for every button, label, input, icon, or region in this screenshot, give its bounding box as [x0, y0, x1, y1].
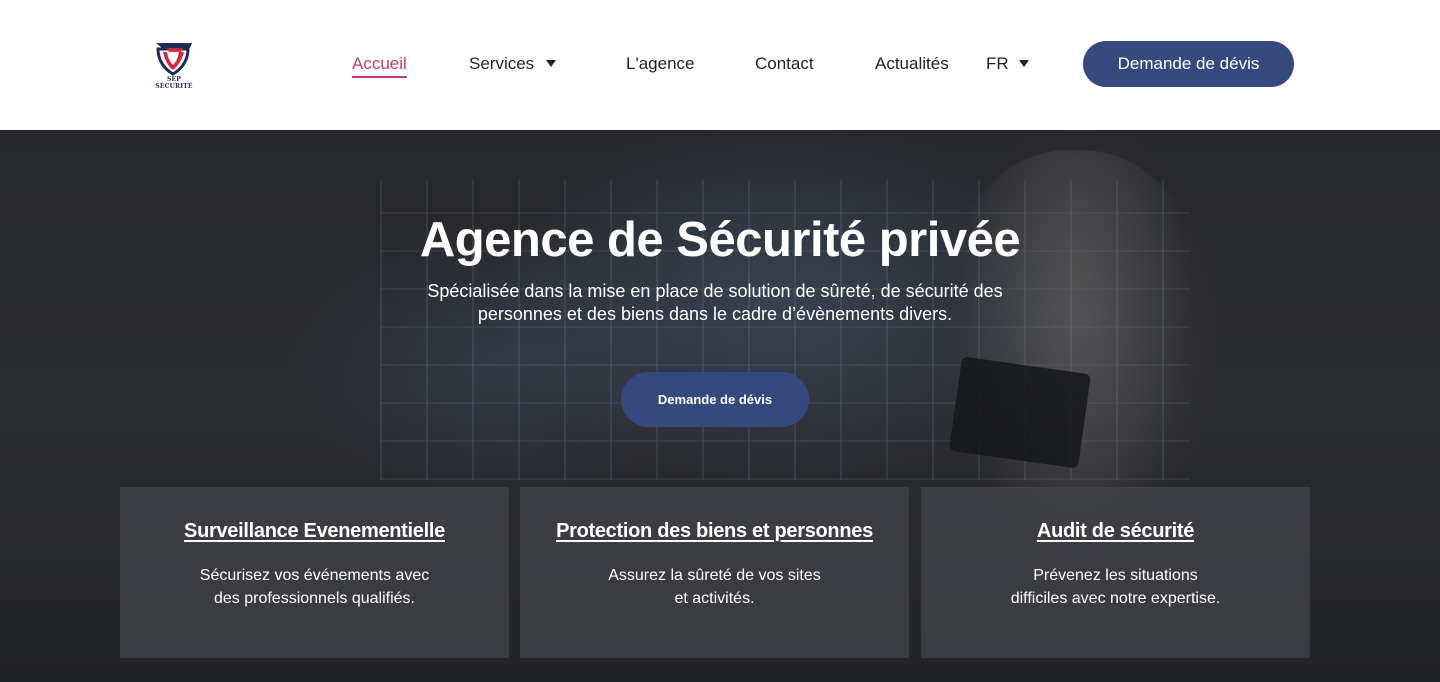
- service-card-text-line: des professionnels qualifiés.: [213, 590, 415, 607]
- quote-request-button-hero[interactable]: Demande de dévis: [621, 372, 809, 427]
- shield-logo-icon: [156, 43, 192, 76]
- hero-subtitle-line-1: Spécialisée dans la mise en place de sol…: [427, 281, 1003, 301]
- language-selector[interactable]: FR: [986, 53, 1009, 75]
- service-card-description: Assurez la sûreté de vos sites et activi…: [540, 564, 889, 610]
- quote-request-button-header[interactable]: Demande de dévis: [1083, 41, 1294, 87]
- service-card-text-line: Prévenez les situations: [1033, 567, 1198, 584]
- background-tablet-figure: [949, 356, 1091, 469]
- service-card-protection: Protection des biens et personnes Assure…: [520, 487, 909, 658]
- service-card-text-line: et activités.: [674, 590, 755, 607]
- service-card-text-line: Assurez la sûreté de vos sites: [608, 567, 821, 584]
- service-card-audit: Audit de sécurité Prévenez les situation…: [921, 487, 1310, 658]
- logo-wordmark: SEP SÉCURITÉ: [155, 76, 193, 90]
- language-dropdown-caret-icon[interactable]: [1019, 58, 1029, 68]
- service-card-surveillance: Surveillance Evenementielle Sécurisez vo…: [120, 487, 509, 658]
- nav-services[interactable]: Services: [469, 53, 534, 75]
- service-card-description: Prévenez les situations difficiles avec …: [941, 564, 1290, 610]
- service-card-title[interactable]: Protection des biens et personnes: [520, 520, 909, 543]
- nav-contact[interactable]: Contact: [755, 53, 814, 75]
- hero-subtitle-line-2: personnes et des biens dans le cadre d’é…: [477, 304, 953, 324]
- service-card-text-line: difficiles avec notre expertise.: [1010, 590, 1221, 607]
- nav-accueil[interactable]: Accueil: [352, 53, 407, 78]
- hero-section: Agence de Sécurité privée Spécialisée da…: [0, 130, 1440, 682]
- nav-agence[interactable]: L'agence: [626, 53, 694, 75]
- service-card-title[interactable]: Surveillance Evenementielle: [120, 520, 509, 543]
- hero-subtitle: Spécialisée dans la mise en place de sol…: [400, 280, 1030, 326]
- service-card-title[interactable]: Audit de sécurité: [921, 520, 1310, 543]
- services-dropdown-caret-icon[interactable]: [546, 58, 556, 68]
- service-card-description: Sécurisez vos événements avec des profes…: [140, 564, 489, 610]
- service-card-text-line: Sécurisez vos événements avec: [199, 567, 430, 584]
- hero-title: Agence de Sécurité privée: [419, 213, 1021, 267]
- company-logo[interactable]: SEP SÉCURITÉ: [148, 40, 200, 90]
- nav-actualites[interactable]: Actualités: [875, 53, 949, 75]
- site-header: SEP SÉCURITÉ Accueil Services L'agence C…: [0, 0, 1440, 130]
